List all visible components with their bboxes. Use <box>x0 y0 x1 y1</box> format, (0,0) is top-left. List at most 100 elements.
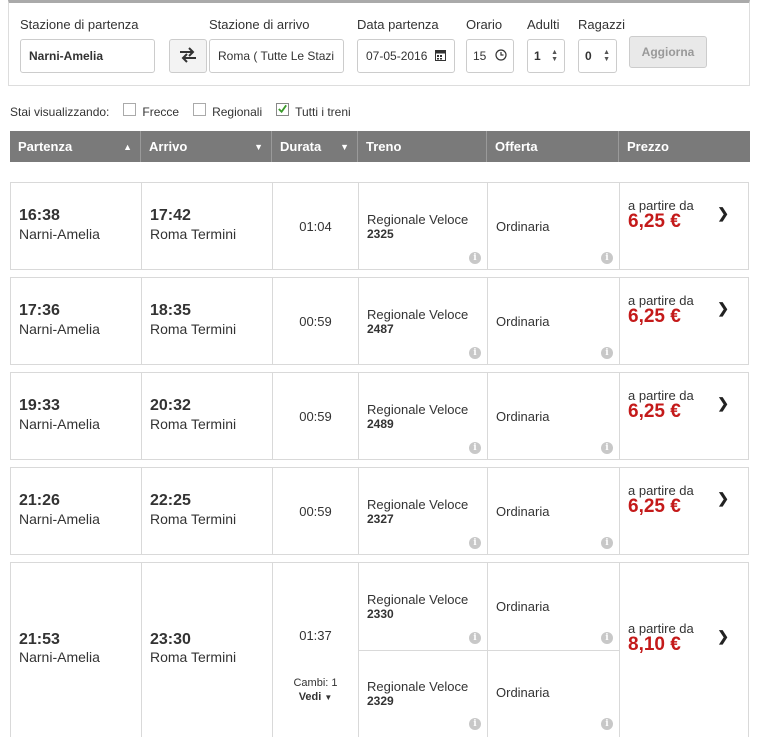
column-duration[interactable]: Durata ▼ <box>272 131 358 162</box>
filter-regionali-label: Regionali <box>212 105 263 119</box>
chevron-right-icon[interactable]: ❯ <box>717 300 729 317</box>
sort-desc-icon: ▼ <box>340 141 349 152</box>
filter-regionali[interactable]: Regionali <box>193 102 263 119</box>
result-row[interactable]: 21:26 Narni-Amelia 22:25 Roma Termini 00… <box>10 467 749 555</box>
time-input[interactable]: 15 <box>466 39 514 73</box>
arrival-cell: 17:42 Roma Termini <box>142 183 273 269</box>
caret-down-icon: ▼ <box>324 693 333 702</box>
checkmark-icon <box>278 104 288 114</box>
calendar-icon <box>435 49 446 64</box>
price-cell[interactable]: a partire da 6,25 € ❯ <box>620 468 749 554</box>
departure-label: Stazione di partenza <box>20 17 139 32</box>
date-input[interactable]: 07-05-2016 <box>357 39 455 73</box>
departure-station: Narni-Amelia <box>19 511 100 527</box>
price: 8,10 € <box>628 634 681 655</box>
arrival-cell: 18:35 Roma Termini <box>142 278 273 364</box>
column-departure-label: Partenza <box>18 139 73 154</box>
column-duration-label: Durata <box>280 139 322 154</box>
chevron-right-icon[interactable]: ❯ <box>717 395 729 412</box>
arrival-cell: 23:30 Roma Termini <box>142 563 273 737</box>
info-icon[interactable]: i <box>469 632 481 644</box>
price: 6,25 € <box>628 496 681 517</box>
arrival-station-input[interactable]: Roma ( Tutte Le Stazi <box>209 39 344 73</box>
duration: 00:59 <box>299 504 332 519</box>
result-row[interactable]: 16:38 Narni-Amelia 17:42 Roma Termini 01… <box>10 182 749 270</box>
search-panel: Stazione di partenza Narni-Amelia Stazio… <box>8 0 750 86</box>
train-name: Regionale Veloce <box>367 679 469 694</box>
info-icon[interactable]: i <box>601 718 613 730</box>
result-row[interactable]: 17:36 Narni-Amelia 18:35 Roma Termini 00… <box>10 277 749 365</box>
column-departure[interactable]: Partenza ▲ <box>10 131 141 162</box>
update-button[interactable]: Aggiorna <box>629 36 707 68</box>
spinner-icon: ▲ ▼ <box>551 49 558 63</box>
departure-cell: 21:53 Narni-Amelia <box>11 563 142 737</box>
train-type-filter: Stai visualizzando: Frecce Regionali Tut… <box>10 102 365 121</box>
chevron-right-icon[interactable]: ❯ <box>717 205 729 222</box>
price-cell[interactable]: a partire da 8,10 € ❯ <box>620 563 749 737</box>
train-number: 2325 <box>367 227 394 241</box>
info-icon[interactable]: i <box>469 718 481 730</box>
filter-frecce[interactable]: Frecce <box>123 102 180 119</box>
info-icon[interactable]: i <box>469 442 481 454</box>
filter-tutti[interactable]: Tutti i treni <box>276 102 351 119</box>
duration-cell: 01:37 Cambi: 1 Vedi ▼ <box>273 563 359 737</box>
offer-name: Ordinaria <box>496 504 550 519</box>
chevron-right-icon[interactable]: ❯ <box>717 490 729 507</box>
arrival-station: Roma Termini <box>150 649 237 665</box>
column-arrival[interactable]: Arrivo ▼ <box>141 131 272 162</box>
checkbox[interactable] <box>193 102 207 116</box>
info-icon[interactable]: i <box>601 442 613 454</box>
filter-label: Stai visualizzando: <box>10 105 110 119</box>
duration-cell: 01:04 <box>273 183 359 269</box>
children-label: Ragazzi <box>578 17 625 32</box>
sort-asc-icon: ▲ <box>123 141 132 152</box>
results-header: Partenza ▲ Arrivo ▼ Durata ▼ Treno Offer… <box>10 131 750 162</box>
checkbox[interactable] <box>123 102 137 116</box>
arrival-time: 17:42 <box>150 207 191 224</box>
info-icon[interactable]: i <box>469 537 481 549</box>
info-icon[interactable]: i <box>469 347 481 359</box>
offer-cell: Ordinaria i <box>488 278 620 364</box>
arrival-label: Stazione di arrivo <box>209 17 310 32</box>
duration: 01:04 <box>299 219 332 234</box>
checkbox-checked[interactable] <box>276 102 290 116</box>
arrival-cell: 20:32 Roma Termini <box>142 373 273 459</box>
info-icon[interactable]: i <box>601 537 613 549</box>
departure-station-input[interactable]: Narni-Amelia <box>20 39 155 73</box>
price-cell[interactable]: a partire da 6,25 € ❯ <box>620 278 749 364</box>
date-value: 07-05-2016 <box>366 49 428 63</box>
adults-label: Adulti <box>527 17 560 32</box>
result-row[interactable]: 19:33 Narni-Amelia 20:32 Roma Termini 00… <box>10 372 749 460</box>
info-icon[interactable]: i <box>601 347 613 359</box>
price: 6,25 € <box>628 306 681 327</box>
children-select[interactable]: 0 ▲ ▼ <box>578 39 617 73</box>
arrival-time: 18:35 <box>150 302 191 319</box>
result-row[interactable]: 21:53 Narni-Amelia 23:30 Roma Termini 01… <box>10 562 749 737</box>
departure-cell: 16:38 Narni-Amelia <box>11 183 142 269</box>
arrival-station: Roma Termini <box>150 511 237 527</box>
train-cell: Regionale Veloce 2327 i <box>359 468 488 554</box>
price-cell[interactable]: a partire da 6,25 € ❯ <box>620 183 749 269</box>
column-offer: Offerta <box>487 131 619 162</box>
filter-frecce-label: Frecce <box>142 105 180 119</box>
price: 6,25 € <box>628 211 681 232</box>
offer-name: Ordinaria <box>496 314 550 329</box>
info-icon[interactable]: i <box>601 252 613 264</box>
arrival-time: 20:32 <box>150 397 191 414</box>
info-icon[interactable]: i <box>469 252 481 264</box>
column-arrival-label: Arrivo <box>149 139 188 154</box>
duration-cell: 00:59 <box>273 373 359 459</box>
swap-stations-button[interactable] <box>169 39 207 73</box>
info-icon[interactable]: i <box>601 632 613 644</box>
filter-tutti-label: Tutti i treni <box>295 105 351 119</box>
chevron-right-icon[interactable]: ❯ <box>717 628 729 645</box>
offer-name: Ordinaria <box>496 685 550 700</box>
price-cell[interactable]: a partire da 6,25 € ❯ <box>620 373 749 459</box>
adults-value: 1 <box>534 49 541 63</box>
train-name: Regionale Veloce <box>367 497 469 512</box>
date-label: Data partenza <box>357 17 439 32</box>
adults-select[interactable]: 1 ▲ ▼ <box>527 39 565 73</box>
arrival-cell: 22:25 Roma Termini <box>142 468 273 554</box>
show-details-link[interactable]: Vedi ▼ <box>273 691 358 703</box>
arrival-time: 23:30 <box>150 631 191 648</box>
